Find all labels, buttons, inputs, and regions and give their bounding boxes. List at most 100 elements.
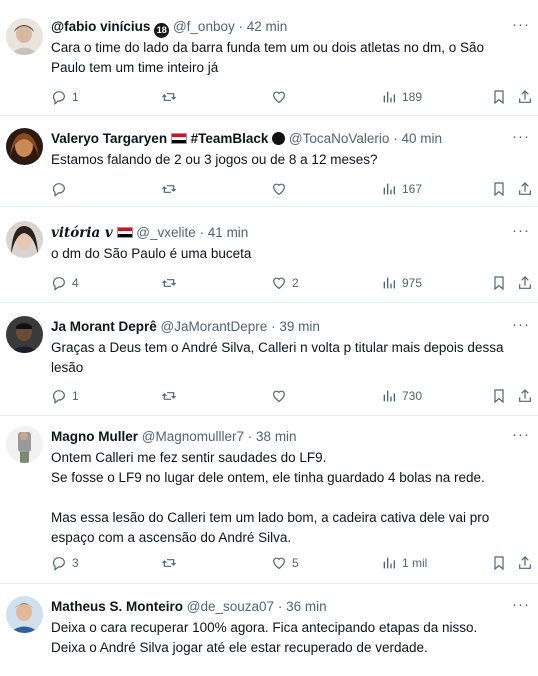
display-name[interactable]: vitória v [51,225,113,241]
views-button[interactable]: 167 [381,179,422,199]
tweet[interactable]: Ja Morant Deprê @JaMorantDepre · 39 min … [0,303,538,416]
share-button[interactable] [517,273,538,293]
more-icon[interactable]: ··· [512,596,530,613]
avatar[interactable] [6,128,43,165]
reply-button[interactable]: 4 [51,273,79,293]
timestamp[interactable]: 38 min [256,429,297,444]
timestamp[interactable]: 41 min [208,225,249,240]
reply-button[interactable] [51,179,72,199]
retweet-icon [161,279,177,287]
avatar[interactable] [6,18,43,55]
separator-dot: · [277,599,283,614]
bookmark-button[interactable] [491,87,512,107]
timestamp[interactable]: 40 min [401,131,442,146]
reply-button[interactable]: 1 [51,386,79,406]
display-name-suffix[interactable]: #TeamBlack [191,131,269,146]
tweet[interactable]: Matheus S. Monteiro @de_souza07 · 36 min… [0,584,538,676]
views-button[interactable]: 1 mil [381,553,427,573]
retweet-button[interactable] [161,386,182,406]
bookmark-button[interactable] [491,273,512,293]
views-icon [383,183,395,195]
like-button[interactable]: 5 [271,553,299,573]
display-name[interactable]: Magno Muller [51,429,138,444]
avatar[interactable] [6,316,43,353]
display-name[interactable]: Matheus S. Monteiro [51,599,183,614]
like-button[interactable] [271,386,292,406]
more-icon[interactable]: ··· [512,426,530,443]
tweet-text: Deixa o cara recuperar 100% agora. Fica … [51,620,478,655]
views-icon [383,557,395,569]
tweet-actions: 1 730 [51,386,538,406]
tweet-text: Estamos falando de 2 ou 3 jogos ou de 8 … [51,152,378,167]
views-count: 167 [402,182,423,196]
reply-count: 3 [72,556,79,570]
share-button[interactable] [517,87,538,107]
reply-count: 1 [72,90,79,104]
separator-dot: · [199,225,205,240]
user-handle[interactable]: @Magnomulller7 [142,429,244,444]
more-icon[interactable]: ··· [512,128,530,145]
display-name[interactable]: @fabio vinícius [51,19,150,34]
reply-icon [52,277,65,291]
like-button[interactable]: 2 [271,273,299,293]
tweet-actions: 1 189 [51,87,538,107]
separator-dot: · [271,319,276,334]
replies-feed: @fabio vinícius 18 @f_onboy · 42 min ···… [0,0,538,676]
retweet-button[interactable] [161,179,182,199]
share-button[interactable] [517,386,538,406]
avatar[interactable] [6,221,43,258]
bookmark-icon [494,556,504,571]
more-icon[interactable]: ··· [512,222,530,239]
reply-count: 4 [72,276,79,290]
user-handle[interactable]: @JaMorantDepre [161,319,268,334]
tweet[interactable]: vitória v @_vxelite · 41 min ··· o dm do… [0,207,538,303]
bookmark-button[interactable] [491,553,512,573]
share-button[interactable] [517,179,538,199]
views-button[interactable]: 975 [381,273,422,293]
user-handle[interactable]: @de_souza07 [187,599,274,614]
bookmark-button[interactable] [491,179,512,199]
like-icon [273,390,285,403]
display-name[interactable]: Valeryo Targaryen [51,131,167,146]
user-handle[interactable]: @_vxelite [136,225,195,240]
like-button[interactable] [271,179,292,199]
bookmark-button[interactable] [491,386,512,406]
black-circle-icon [272,132,286,145]
reply-button[interactable]: 3 [51,553,79,573]
timestamp[interactable]: 39 min [279,319,320,334]
retweet-icon [161,392,177,400]
tweet[interactable]: Magno Muller @Magnomulller7 · 38 min ···… [0,416,538,584]
share-icon [519,276,531,289]
views-count: 1 mil [402,556,428,570]
more-icon[interactable]: ··· [512,316,530,333]
user-handle[interactable]: @TocaNoValerio [289,131,390,146]
retweet-button[interactable] [161,87,182,107]
tweet-header: Magno Muller @Magnomulller7 · 38 min [51,428,508,446]
display-name[interactable]: Ja Morant Deprê [51,319,157,334]
reply-button[interactable]: 1 [51,87,79,107]
like-button[interactable] [271,87,292,107]
bookmark-icon [494,90,504,105]
like-icon [273,183,285,196]
flag-icon [116,227,133,238]
timestamp[interactable]: 42 min [247,19,288,34]
bookmark-icon [494,182,504,197]
avatar[interactable] [6,596,43,633]
more-icon[interactable]: ··· [512,16,530,33]
tweet[interactable]: Valeryo Targaryen #TeamBlack @TocaNoVale… [0,116,538,207]
retweet-button[interactable] [161,553,182,573]
tweet-actions: 167 [51,179,538,199]
tweet-actions: 3 5 1 mil [51,553,538,573]
user-handle[interactable]: @f_onboy [173,19,235,34]
share-icon [519,556,531,569]
tweet[interactable]: @fabio vinícius 18 @f_onboy · 42 min ···… [0,0,538,116]
retweet-button[interactable] [161,273,182,293]
views-icon [383,277,395,289]
like-icon [273,277,285,290]
avatar[interactable] [6,426,43,463]
views-button[interactable]: 730 [381,386,422,406]
reply-icon [52,557,65,571]
views-button[interactable]: 189 [381,87,422,107]
timestamp[interactable]: 36 min [286,599,327,614]
share-button[interactable] [517,553,538,573]
